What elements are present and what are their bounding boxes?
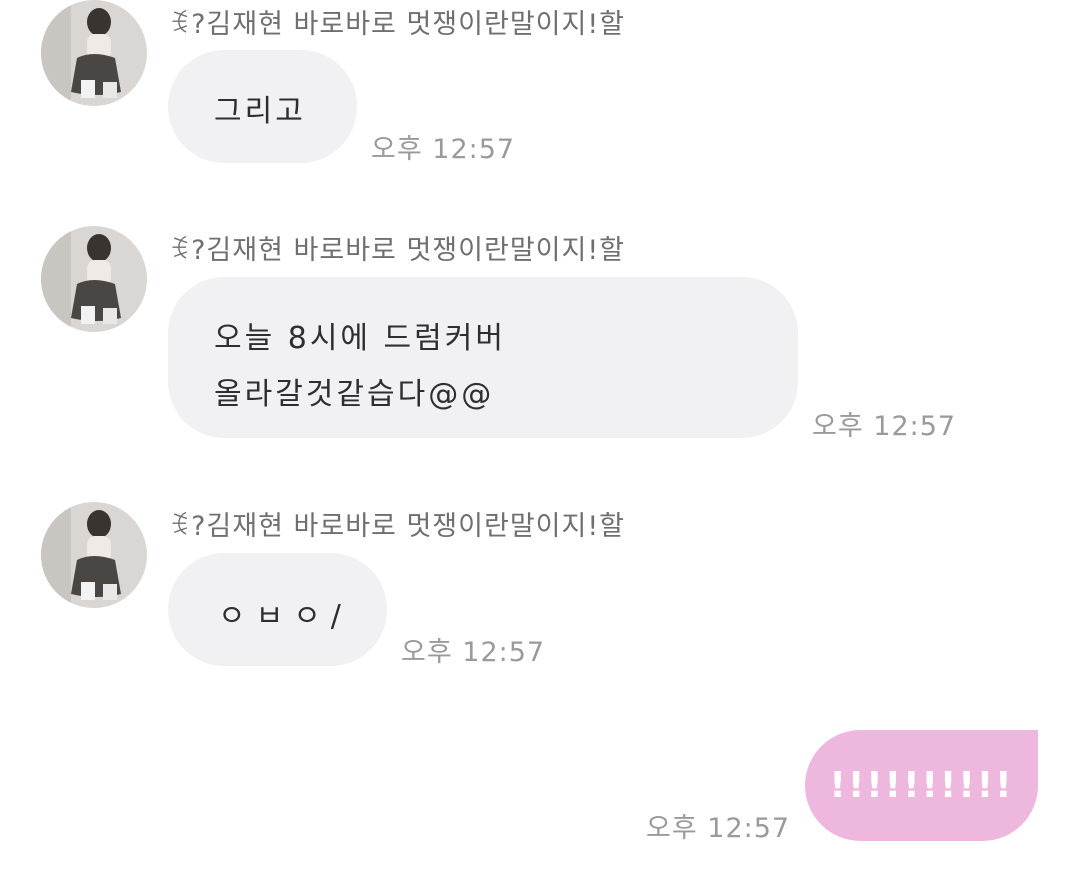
sender-avatar[interactable] xyxy=(41,502,147,608)
my-message-text: !!!!!!!!!! xyxy=(829,765,1014,806)
message-time: 오후 12:57 xyxy=(812,411,957,442)
message-bubble[interactable]: 오늘 8시에 드럼커버 올라갈것같습다@@ xyxy=(168,277,798,438)
message-text: 그리고 xyxy=(214,94,306,129)
message-text: ㅇㅂㅇ/ xyxy=(218,599,351,634)
message-text: 오늘 8시에 드럼커버 올라갈것같습다@@ xyxy=(214,321,506,412)
sender-avatar[interactable] xyxy=(41,226,147,332)
sender-avatar[interactable] xyxy=(41,0,147,106)
message-bubble[interactable]: ㅇㅂㅇ/ xyxy=(168,553,387,666)
avatar-photo xyxy=(41,0,147,106)
my-message-time: 오후 12:57 xyxy=(646,813,791,844)
avatar-photo xyxy=(41,502,147,608)
avatar-photo xyxy=(41,226,147,332)
sender-name: ꉂ?김재현 바로바로 멋쟁이란말이지!할 xyxy=(169,9,626,40)
my-message-bubble[interactable]: !!!!!!!!!! xyxy=(805,730,1038,841)
message-bubble[interactable]: 그리고 xyxy=(168,50,357,163)
sender-name: ꉂ?김재현 바로바로 멋쟁이란말이지!할 xyxy=(169,511,626,542)
sender-name: ꉂ?김재현 바로바로 멋쟁이란말이지!할 xyxy=(169,235,626,266)
chat-thread: ꉂ?김재현 바로바로 멋쟁이란말이지!할 그리고 오후 12:57 ꉂ?김재현 … xyxy=(0,0,1080,879)
message-time: 오후 12:57 xyxy=(371,134,516,165)
message-time: 오후 12:57 xyxy=(401,637,546,668)
